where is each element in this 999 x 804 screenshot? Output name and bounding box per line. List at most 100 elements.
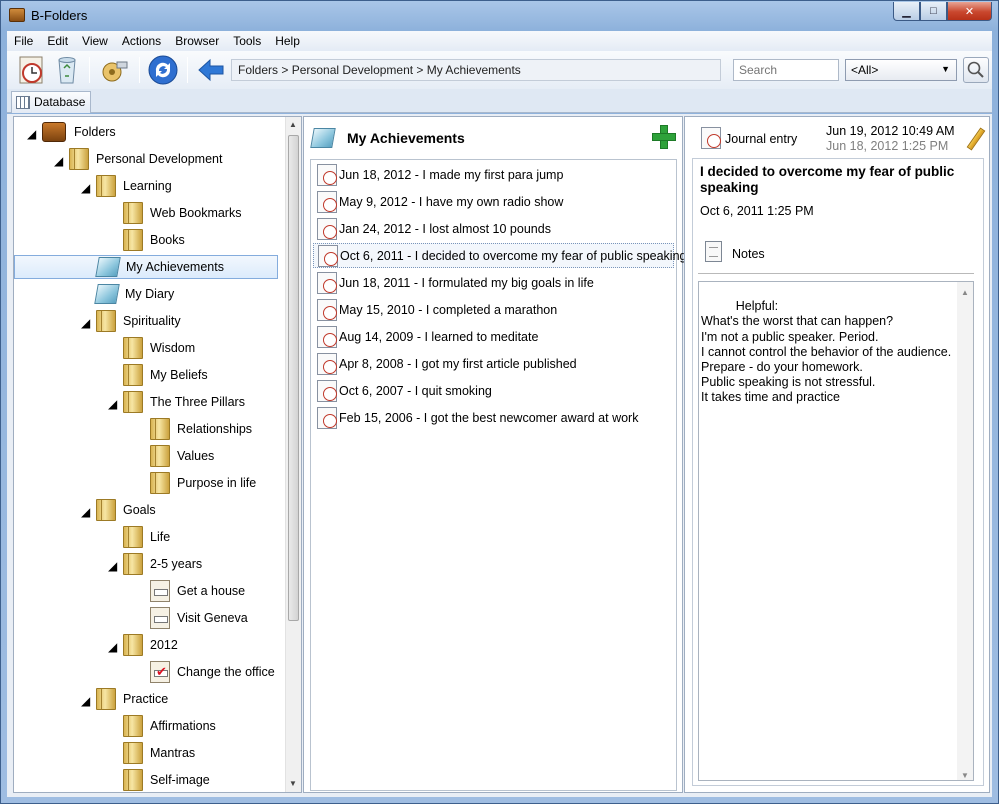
- scroll-up-icon[interactable]: ▲: [961, 285, 969, 300]
- tree-item[interactable]: Folders: [42, 120, 116, 144]
- notes-textarea[interactable]: Helpful: What's the worst that can happe…: [698, 281, 974, 781]
- add-entry-icon[interactable]: [652, 125, 676, 149]
- menu-help[interactable]: Help: [268, 34, 307, 48]
- tree-item[interactable]: Books: [123, 228, 185, 252]
- close-button[interactable]: ✕: [947, 2, 992, 21]
- tree-item[interactable]: Practice: [96, 687, 168, 711]
- tree-item[interactable]: Life: [123, 525, 170, 549]
- list-item[interactable]: Jan 24, 2012 - I lost almost 10 pounds: [313, 216, 674, 241]
- menu-view[interactable]: View: [75, 34, 115, 48]
- scroll-down-icon[interactable]: ▼: [961, 768, 969, 783]
- list-item[interactable]: Jun 18, 2012 - I made my first para jump: [313, 162, 674, 187]
- list-item-text: Aug 14, 2009 - I learned to meditate: [339, 329, 539, 344]
- scroll-down-icon[interactable]: ▼: [289, 779, 297, 788]
- tree-item[interactable]: The Three Pillars: [123, 390, 245, 414]
- journal-entry-icon: [317, 271, 337, 294]
- tree-item-label: Web Bookmarks: [150, 206, 242, 220]
- scroll-thumb[interactable]: [288, 135, 299, 621]
- menu-actions[interactable]: Actions: [115, 34, 168, 48]
- journal-entry-icon: [317, 406, 337, 429]
- tree-item[interactable]: Get a house: [150, 579, 245, 603]
- tab-database[interactable]: Database: [11, 91, 92, 113]
- menu-browser[interactable]: Browser: [168, 34, 226, 48]
- tree-item[interactable]: Self-image: [123, 768, 210, 792]
- tree-item[interactable]: Relationships: [150, 417, 252, 441]
- folder-icon: [150, 472, 170, 494]
- maximize-button[interactable]: □: [920, 2, 947, 21]
- expand-arrow-icon[interactable]: ◢: [81, 181, 90, 195]
- menu-file[interactable]: File: [7, 34, 40, 48]
- tree-item[interactable]: Spirituality: [96, 309, 181, 333]
- tree-item[interactable]: 2-5 years: [123, 552, 202, 576]
- toolbar-separator: [139, 57, 140, 83]
- menu-tools[interactable]: Tools: [226, 34, 268, 48]
- expand-arrow-icon[interactable]: ◢: [81, 505, 90, 519]
- tree-item[interactable]: 2012: [123, 633, 178, 657]
- expand-arrow-icon[interactable]: ◢: [108, 640, 117, 654]
- list-item[interactable]: May 9, 2012 - I have my own radio show: [313, 189, 674, 214]
- journal-entry-icon: [317, 190, 337, 213]
- list-item[interactable]: Oct 6, 2007 - I quit smoking: [313, 378, 674, 403]
- list-item[interactable]: May 15, 2010 - I completed a marathon: [313, 297, 674, 322]
- journal-entry-icon: [317, 325, 337, 348]
- main-panes: ◢ Folders ◢ Personal Development ◢ Learning We…: [7, 114, 992, 797]
- search-input[interactable]: [733, 59, 839, 81]
- list-item[interactable]: Jun 18, 2011 - I formulated my big goals…: [313, 270, 674, 295]
- tree-item[interactable]: Learning: [96, 174, 172, 198]
- tree-item[interactable]: Mantras: [123, 741, 195, 765]
- tree-item[interactable]: Goals: [96, 498, 156, 522]
- breadcrumb[interactable]: Folders > Personal Development > My Achi…: [231, 59, 721, 81]
- tree-item[interactable]: Web Bookmarks: [123, 201, 241, 225]
- list-item-text: Oct 6, 2007 - I quit smoking: [339, 383, 492, 398]
- folder-icon: [96, 310, 116, 332]
- lock-button[interactable]: [99, 54, 131, 86]
- expand-arrow-icon[interactable]: ◢: [81, 694, 90, 708]
- tree-item[interactable]: Change the office: [150, 660, 275, 684]
- tree-item[interactable]: Personal Development: [69, 147, 222, 171]
- back-arrow-icon[interactable]: [195, 54, 227, 86]
- tree-item[interactable]: Values: [150, 444, 214, 468]
- notebook-icon: [310, 128, 336, 148]
- tree-scrollbar[interactable]: ▲ ▼: [285, 117, 301, 792]
- expand-arrow-icon[interactable]: ◢: [27, 127, 36, 141]
- folder-icon: [123, 229, 143, 251]
- filter-select-value: <All>: [851, 63, 879, 77]
- notes-scrollbar[interactable]: ▲ ▼: [957, 282, 973, 780]
- folder-tree: ◢ Folders ◢ Personal Development ◢ Learning We…: [13, 116, 302, 793]
- tree-item[interactable]: My Beliefs: [123, 363, 208, 387]
- search-button[interactable]: [963, 57, 989, 83]
- task-icon: [150, 607, 170, 629]
- tree-item[interactable]: Wisdom: [123, 336, 195, 360]
- notebook-icon: [95, 257, 121, 277]
- list-item[interactable]: Oct 6, 2011 - I decided to overcome my f…: [313, 243, 686, 268]
- window-controls: ▁ □ ✕: [893, 2, 992, 21]
- sync-button[interactable]: [147, 54, 179, 86]
- filter-select[interactable]: <All> ▼: [845, 59, 957, 81]
- new-journal-button[interactable]: [15, 54, 47, 86]
- expand-arrow-icon[interactable]: ◢: [108, 559, 117, 573]
- recycle-bin-button[interactable]: [51, 54, 83, 86]
- tree-item[interactable]: My Achievements: [14, 255, 278, 279]
- minimize-button[interactable]: ▁: [893, 2, 920, 21]
- notes-label: Notes: [732, 247, 765, 261]
- menu-edit[interactable]: Edit: [40, 34, 75, 48]
- scroll-up-icon[interactable]: ▲: [289, 120, 297, 129]
- edit-pencil-icon[interactable]: [966, 127, 986, 151]
- tree-item[interactable]: Visit Geneva: [150, 606, 248, 630]
- expand-arrow-icon[interactable]: ◢: [54, 154, 63, 168]
- journal-entry-icon: [317, 163, 337, 186]
- expand-arrow-icon[interactable]: ◢: [81, 316, 90, 330]
- list-item[interactable]: Feb 15, 2006 - I got the best newcomer a…: [313, 405, 674, 430]
- list-item[interactable]: Aug 14, 2009 - I learned to meditate: [313, 324, 674, 349]
- entry-card: I decided to overcome my fear of public …: [692, 158, 984, 786]
- folder-icon: [150, 445, 170, 467]
- title-bar[interactable]: B-Folders ▁ □ ✕: [1, 1, 998, 31]
- list-item[interactable]: Apr 8, 2008 - I got my first article pub…: [313, 351, 674, 376]
- tree-item-label: Books: [150, 233, 185, 247]
- expand-arrow-icon[interactable]: ◢: [108, 397, 117, 411]
- list-item-text: Apr 8, 2008 - I got my first article pub…: [339, 356, 577, 371]
- tree-item[interactable]: Affirmations: [123, 714, 216, 738]
- notes-icon: [705, 241, 722, 262]
- tree-item[interactable]: Purpose in life: [150, 471, 256, 495]
- tree-item[interactable]: My Diary: [94, 282, 174, 306]
